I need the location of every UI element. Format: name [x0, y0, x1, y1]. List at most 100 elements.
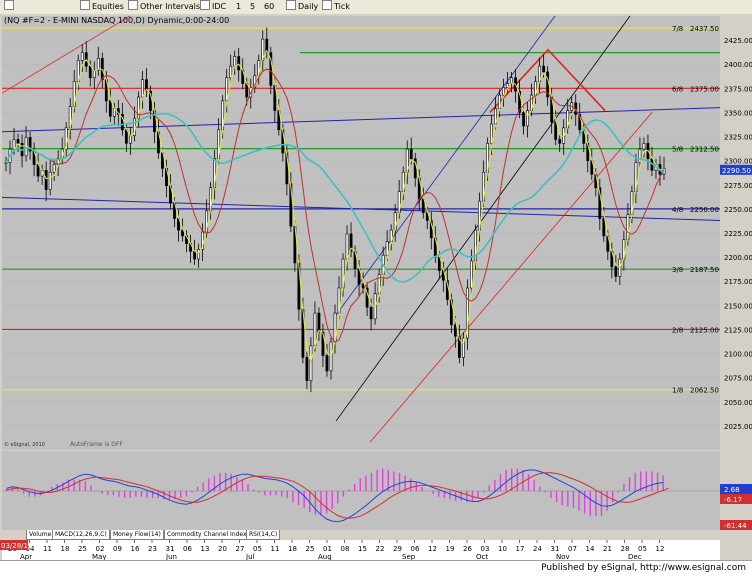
candle-body: [12, 139, 16, 150]
month-label: Oct: [476, 553, 488, 560]
candle-body: [325, 355, 329, 372]
date-tick-label: 08: [341, 545, 350, 553]
candle-body: [614, 266, 618, 277]
macd-panel: [2, 451, 720, 530]
candle-body: [642, 143, 646, 150]
date-tick-label: 05: [638, 545, 647, 553]
y-tick-label: 2100.00: [724, 351, 752, 359]
copyright-watermark: © eSignal, 2010: [4, 441, 45, 448]
tab-volume[interactable]: Volume: [26, 530, 55, 540]
murrey-value-label: 2187.50: [690, 266, 719, 274]
date-tick-label: 18: [288, 545, 297, 553]
y-tick-label: 2300.00: [724, 158, 752, 166]
date-tick-label: 11: [43, 545, 52, 553]
candle-body: [52, 164, 56, 173]
toolbar-interval-60[interactable]: 60: [264, 0, 274, 14]
candle-body: [108, 100, 112, 117]
candle-body: [233, 56, 237, 67]
candle-body: [305, 357, 309, 381]
date-tick-label: 31: [166, 545, 175, 553]
date-tick-label: 14: [586, 545, 595, 553]
candle-body: [369, 306, 373, 320]
date-tick-label: 19: [446, 545, 455, 553]
equities-icon: [80, 0, 90, 10]
date-tick-label: 02: [96, 545, 105, 553]
y-tick-label: 2200.00: [724, 254, 752, 262]
toolbar-interval-5[interactable]: 5: [250, 0, 255, 14]
murrey-value-label: 2250.00: [690, 206, 719, 214]
date-tick-label: 10: [498, 545, 507, 553]
candle-body: [602, 218, 606, 237]
candle-body: [237, 56, 241, 71]
chart-toolbar: Equities Other Intervals IDC 1 5 60 Dail…: [0, 0, 752, 15]
month-label: Nov: [556, 553, 570, 560]
toolbar-tick-button[interactable]: Tick: [322, 0, 350, 14]
date-tick-label: 15: [358, 545, 367, 553]
macd-value-label: -61.44: [724, 522, 747, 530]
candle-body: [361, 283, 365, 289]
murrey-fraction-label: 5/8: [672, 146, 683, 154]
candle-body: [16, 139, 20, 144]
date-tick-label: 31: [551, 545, 560, 553]
candle-body: [313, 312, 317, 347]
date-tick-label: 07: [568, 545, 577, 553]
murrey-fraction-label: 1/8: [672, 387, 683, 395]
candle-body: [554, 121, 558, 140]
candle-body: [522, 112, 525, 127]
date-tick-label: 16: [131, 545, 140, 553]
date-tick-label: 13: [201, 545, 210, 553]
candle-body: [141, 79, 144, 98]
toolbar-interval-1[interactable]: 1: [236, 0, 241, 14]
date-tick-label: 06: [411, 545, 420, 553]
murrey-fraction-label: 7/8: [672, 25, 683, 33]
month-label: May: [92, 553, 106, 560]
tab-money-flow[interactable]: Money Flow(14): [110, 530, 164, 540]
y-tick-label: 2375.00: [724, 85, 752, 93]
candle-body: [124, 129, 128, 144]
candle-body: [409, 148, 413, 160]
murrey-value-label: 2125.00: [690, 326, 719, 334]
y-tick-label: 2350.00: [724, 109, 752, 117]
month-label: Apr: [20, 553, 32, 560]
month-label: Sep: [402, 553, 416, 560]
date-tick-label: 11: [271, 545, 280, 553]
y-tick-label: 2125.00: [724, 326, 752, 334]
murrey-fraction-label: 3/8: [672, 266, 683, 274]
date-tick-label: 09: [113, 545, 122, 553]
toolbar-daily-button[interactable]: Daily: [286, 0, 318, 14]
candle-body: [44, 170, 48, 190]
toolbar-intervals-button[interactable]: Other Intervals: [128, 0, 200, 14]
symbol-icon: [4, 0, 14, 10]
date-tick-label: 20: [218, 545, 227, 553]
month-label: Jun: [165, 553, 177, 560]
date-tick-label: 27: [236, 545, 245, 553]
tab-macd[interactable]: MACD(12,26,9,C): [52, 530, 110, 540]
candle-body: [197, 249, 200, 260]
date-tick-label: 05: [253, 545, 262, 553]
month-label: Dec: [628, 553, 642, 560]
indicator-tabs: Volume MACD(12,26,9,C) Money Flow(14) Co…: [0, 530, 752, 540]
toolbar-equities-button[interactable]: Equities: [80, 0, 124, 14]
date-tick-label: 12: [428, 545, 437, 553]
candle-body: [638, 148, 642, 163]
date-tick-label: 17: [516, 545, 525, 553]
candle-body: [345, 233, 349, 260]
murrey-value-label: 2062.50: [690, 387, 719, 395]
murrey-fraction-label: 6/8: [672, 85, 683, 93]
candle-body: [309, 345, 313, 381]
murrey-value-label: 2312.50: [690, 146, 719, 154]
candle-body: [558, 139, 562, 144]
candle-body: [502, 87, 505, 96]
toolbar-symbol-box[interactable]: [4, 0, 16, 14]
candle-body: [24, 137, 28, 157]
price-chart[interactable]: 7/8 2437.50 6/8 2375.00 5/8 2312.50 4/8 2250.00…: [0, 14, 752, 560]
toolbar-idc-button[interactable]: IDC: [200, 0, 226, 14]
candle-body: [80, 52, 84, 61]
macd-value-label: 2.68: [724, 486, 740, 494]
tab-rsi[interactable]: RSI(14,C): [246, 530, 281, 540]
candle-body: [193, 251, 196, 260]
date-tick-label: 22: [376, 545, 385, 553]
date-tick-label: 24: [533, 545, 542, 553]
idc-icon: [200, 0, 210, 10]
murrey-value-label: 2437.50: [690, 25, 719, 33]
